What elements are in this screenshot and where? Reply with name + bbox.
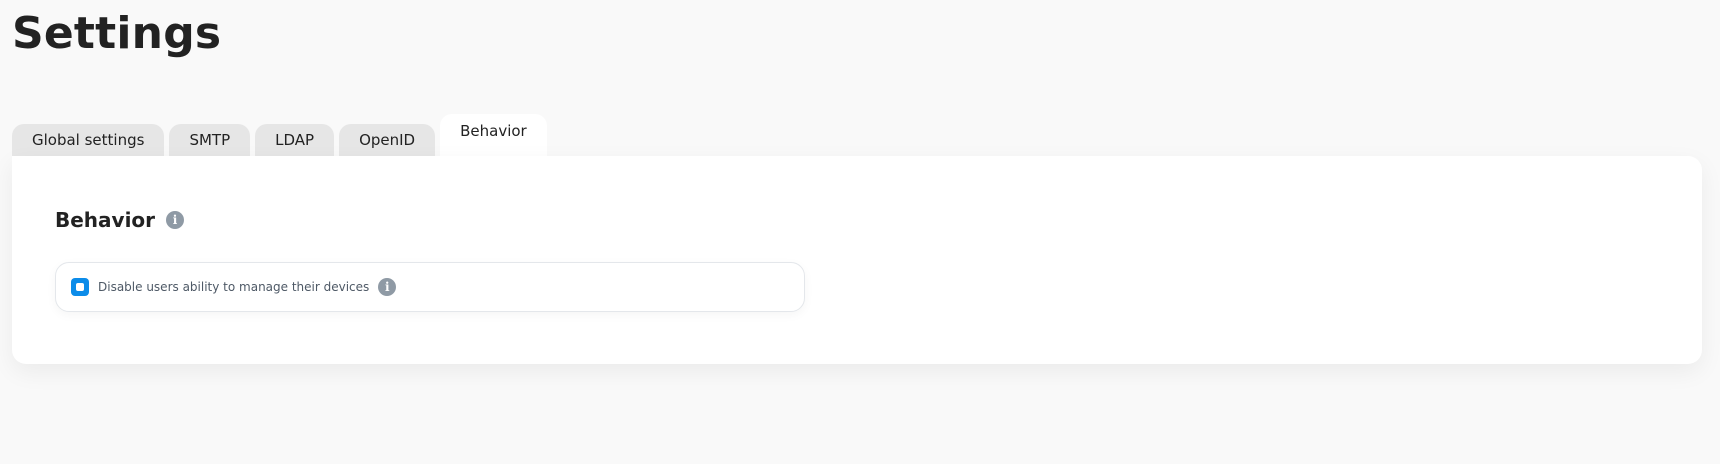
behavior-info-icon[interactable]: i	[166, 211, 185, 229]
disable-device-management-checkbox[interactable]	[71, 278, 89, 296]
behavior-settings-card: Behavior i Disable users ability to mana…	[12, 156, 1702, 364]
checkbox-checked-icon	[76, 283, 84, 291]
tab-openid[interactable]: OpenID	[339, 124, 436, 156]
disable-device-management-option: Disable users ability to manage their de…	[55, 262, 805, 312]
page-title: Settings	[12, 8, 222, 59]
tab-ldap[interactable]: LDAP	[255, 124, 335, 156]
device-management-info-icon[interactable]: i	[378, 278, 397, 296]
section-title: Behavior	[55, 208, 156, 232]
tab-global-settings[interactable]: Global settings	[12, 124, 165, 156]
behavior-section-header: Behavior i	[55, 208, 185, 232]
settings-tabs: Global settings SMTP LDAP OpenID Behavio…	[12, 114, 552, 156]
tab-smtp[interactable]: SMTP	[169, 124, 251, 156]
disable-device-management-label[interactable]: Disable users ability to manage their de…	[98, 280, 369, 294]
tab-behavior[interactable]: Behavior	[440, 114, 547, 156]
